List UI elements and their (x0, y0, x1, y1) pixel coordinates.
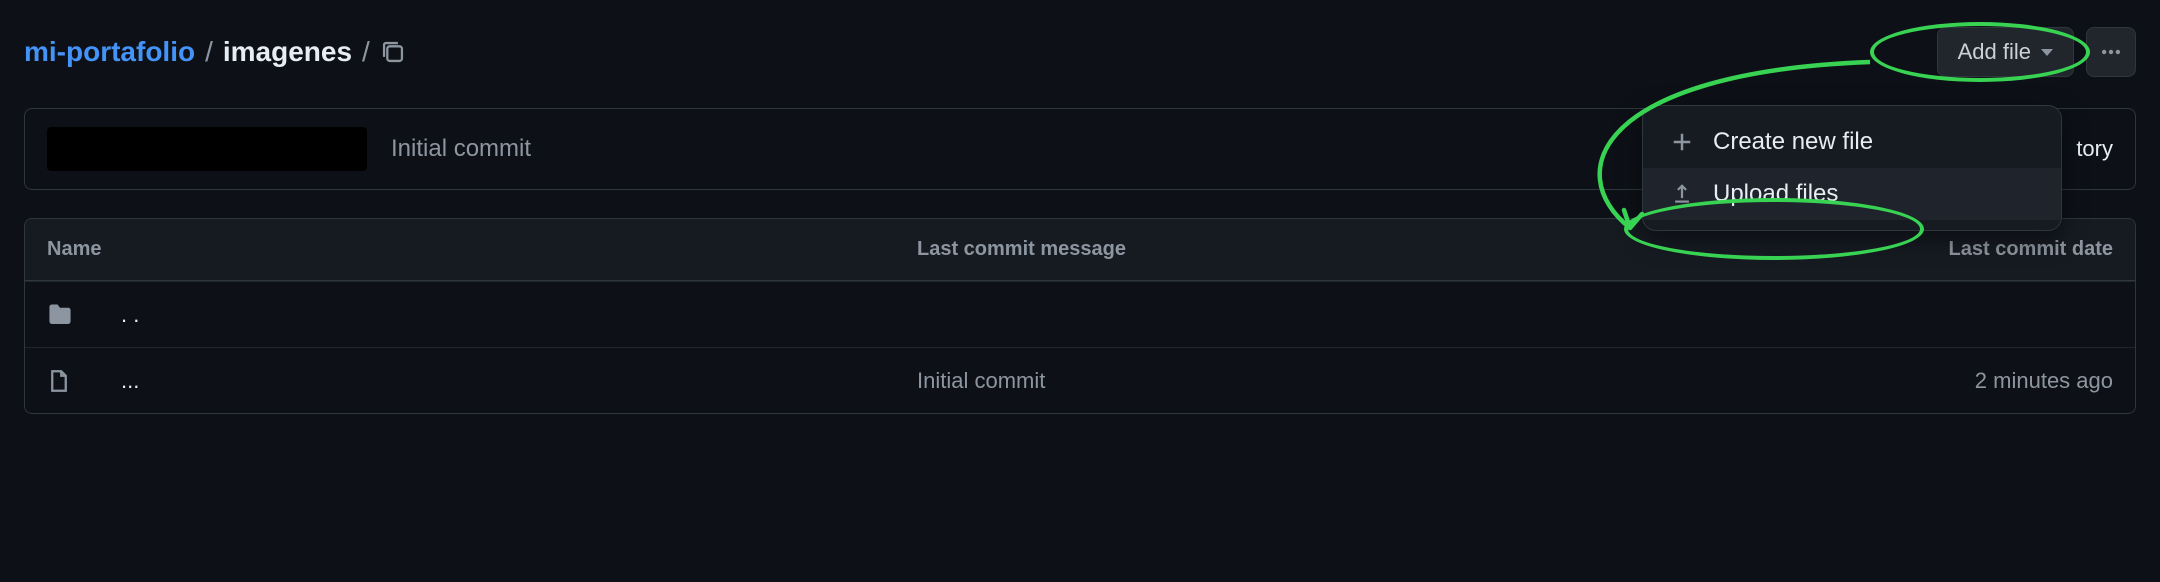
parent-dir-name[interactable]: . . (121, 302, 901, 328)
table-row[interactable]: . . (25, 281, 2135, 347)
upload-files-label: Upload files (1713, 180, 1838, 208)
upload-icon (1671, 183, 1695, 205)
file-icon (47, 369, 105, 393)
last-commit-message[interactable]: Initial commit (391, 135, 531, 163)
create-new-file-label: Create new file (1713, 128, 1873, 156)
history-link-partial[interactable]: tory (2076, 136, 2113, 162)
author-redacted-block (47, 127, 367, 171)
add-file-dropdown: Create new file Upload files (1642, 105, 2062, 231)
header-actions: Add file Create new file (1937, 27, 2136, 77)
plus-icon (1671, 131, 1695, 153)
col-header-message: Last commit message (917, 238, 1777, 261)
col-header-name[interactable]: Name (47, 238, 901, 261)
breadcrumb-trailing-separator: / (362, 36, 370, 68)
copy-path-icon[interactable] (380, 39, 406, 65)
more-options-button[interactable] (2086, 27, 2136, 77)
row-commit-msg[interactable]: Initial commit (917, 368, 1777, 394)
chevron-down-icon (2041, 49, 2053, 56)
file-list-table: Name Last commit message Last commit dat… (24, 218, 2136, 414)
add-file-button[interactable]: Add file (1937, 27, 2074, 77)
file-name[interactable]: ... (121, 368, 901, 394)
folder-icon (47, 302, 105, 328)
col-header-date: Last commit date (1793, 238, 2113, 261)
breadcrumb-repo-link[interactable]: mi-portafolio (24, 36, 195, 68)
upload-files-item[interactable]: Upload files (1643, 168, 2061, 220)
breadcrumb: mi-portafolio / imagenes / (24, 36, 406, 68)
breadcrumb-current-folder: imagenes (223, 36, 352, 68)
create-new-file-item[interactable]: Create new file (1643, 116, 2061, 168)
table-row[interactable]: ... Initial commit 2 minutes ago (25, 347, 2135, 413)
row-commit-date: 2 minutes ago (1793, 368, 2113, 394)
add-file-label: Add file (1958, 39, 2031, 65)
kebab-icon (2100, 41, 2122, 63)
breadcrumb-separator: / (205, 36, 213, 68)
header-row: mi-portafolio / imagenes / Add file (24, 24, 2136, 80)
